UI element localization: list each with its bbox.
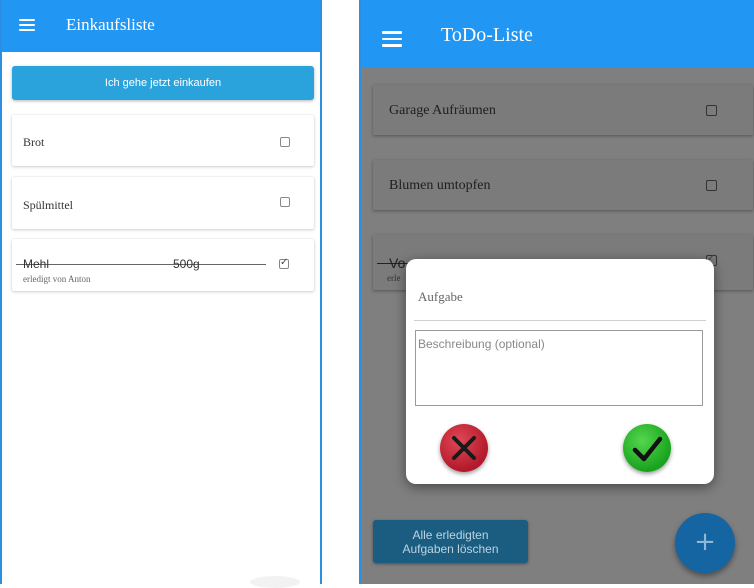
item-name: Mehl: [23, 257, 50, 271]
confirm-check-icon: [632, 436, 663, 462]
checkbox-icon[interactable]: [706, 180, 717, 191]
todo-name: Blumen umtopfen: [389, 178, 491, 193]
strikethrough-line: [16, 264, 266, 265]
cancel-button[interactable]: [440, 424, 488, 472]
task-dialog: Aufgabe: [406, 259, 714, 484]
description-field[interactable]: [415, 330, 703, 406]
todo-item[interactable]: Blumen umtopfen: [373, 160, 753, 210]
title-underline: [414, 320, 706, 321]
shopping-list-screen: Einkaufsliste Ich gehe jetzt einkaufen B…: [0, 0, 322, 584]
plus-icon: +: [694, 527, 716, 557]
todo-list-screen: ToDo-Liste Garage Aufräumen Blumen umtop…: [359, 0, 754, 584]
delete-label-line1: Alle erledigten: [412, 527, 489, 542]
todo-app-bar: ToDo-Liste: [361, 0, 754, 68]
item-name: Brot: [23, 135, 45, 149]
shopping-item-done[interactable]: Mehl 500g erledigt von Anton: [12, 239, 314, 291]
page-title: ToDo-Liste: [441, 24, 533, 46]
checkbox-icon[interactable]: [280, 137, 290, 147]
todo-name: Vo: [389, 255, 406, 271]
todo-item[interactable]: Garage Aufräumen: [373, 85, 753, 135]
done-by-label: erle: [387, 273, 401, 283]
cancel-x-icon: [452, 436, 476, 460]
shadow-artifact: [250, 576, 300, 588]
confirm-button[interactable]: [623, 424, 671, 472]
shopping-app-bar: Einkaufsliste: [2, 0, 320, 52]
dialog-title: Aufgabe: [418, 289, 463, 304]
shopping-item[interactable]: Brot: [12, 115, 314, 166]
add-task-button[interactable]: +: [675, 513, 735, 573]
shopping-item[interactable]: Spülmittel: [12, 177, 314, 229]
item-amount: 500g: [173, 257, 200, 271]
menu-icon[interactable]: [19, 19, 35, 34]
item-name: Spülmittel: [23, 198, 74, 212]
checkbox-icon[interactable]: [706, 105, 717, 116]
delete-label-line2: Aufgaben löschen: [402, 541, 499, 556]
menu-icon[interactable]: [382, 31, 402, 51]
page-title: Einkaufsliste: [66, 15, 155, 34]
checkbox-icon[interactable]: [280, 197, 290, 207]
checkbox-checked-icon[interactable]: [279, 257, 289, 269]
todo-name: Garage Aufräumen: [389, 103, 496, 118]
done-by-label: erledigt von Anton: [23, 274, 91, 284]
delete-completed-button[interactable]: Alle erledigten Aufgaben löschen: [373, 520, 528, 563]
go-shopping-button[interactable]: Ich gehe jetzt einkaufen: [12, 66, 314, 100]
